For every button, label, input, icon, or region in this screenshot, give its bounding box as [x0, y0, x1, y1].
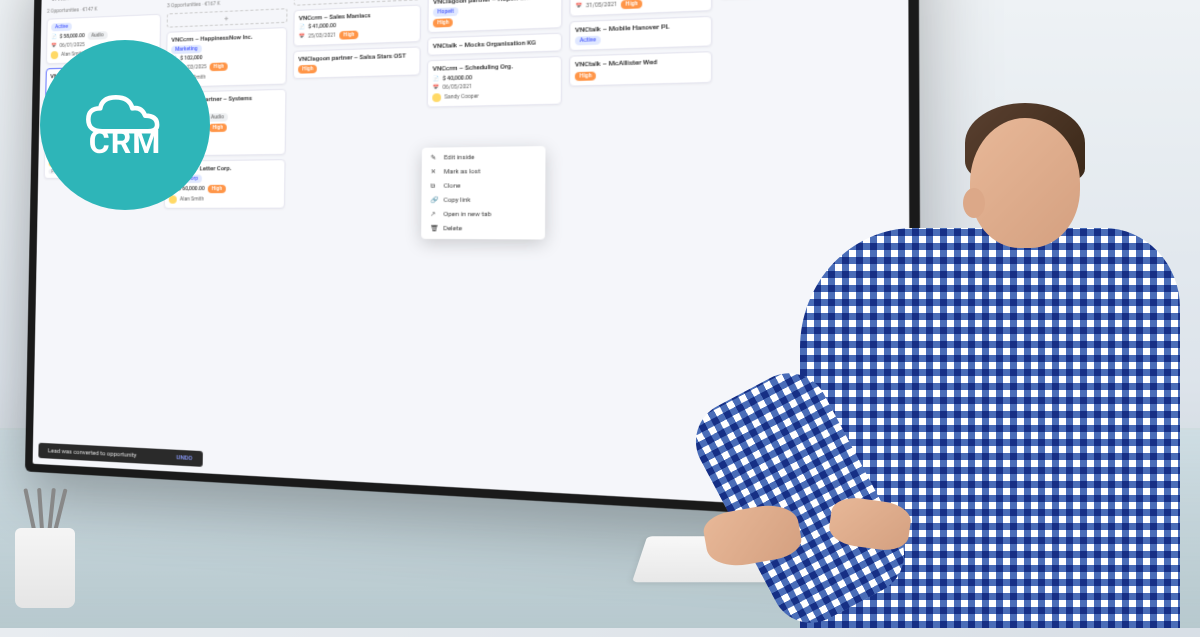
priority-pill: High: [575, 71, 597, 81]
card-date: 25/03/2021: [308, 33, 336, 40]
x-icon: ✕: [430, 168, 438, 176]
amount-icon: 📄: [299, 24, 306, 31]
status-pill: Active: [575, 36, 601, 46]
column-subtitle: 2 Opportunities · €147 K: [47, 4, 161, 15]
date-icon: 📅: [298, 34, 305, 41]
crm-logo-badge: CRM: [40, 40, 210, 210]
card-amount: $ 102,000: [180, 55, 202, 62]
opportunity-card[interactable]: VNClagoon partner – Salsa Stars OST High: [293, 47, 421, 80]
toast-message: Lead was converted to opportunity: [48, 447, 137, 459]
amount-icon: 📄: [51, 34, 57, 40]
ctx-label: Open in new tab: [443, 211, 491, 219]
card-date: 31/05/2021: [586, 2, 617, 10]
status-pill: Active: [51, 23, 72, 32]
ctx-label: Delete: [443, 225, 462, 233]
add-card-button[interactable]: +: [167, 8, 288, 28]
toast-undo-button[interactable]: UNDO: [176, 454, 192, 462]
sub-pill: Marketing: [171, 45, 201, 54]
ctx-open-tab[interactable]: ↗ Open in new tab: [421, 207, 545, 221]
ctx-clone[interactable]: ⧉ Clone: [422, 178, 546, 193]
column-title: 1. NEW: [51, 0, 72, 3]
amount-icon: 📄: [432, 76, 439, 83]
external-icon: ↗: [430, 211, 438, 219]
ctx-copy-link[interactable]: 🔗 Copy link: [421, 193, 545, 208]
date-icon: 📅: [432, 84, 439, 91]
date-icon: 📅: [51, 43, 57, 49]
ctx-edit[interactable]: ✎ Edit inside: [422, 149, 546, 165]
trash-icon: 🗑: [430, 225, 438, 233]
card-owner: Alan Smith: [180, 196, 204, 202]
opportunity-card[interactable]: VNCcrm – Scheduling Org. 📄$ 40,000.00 📅0…: [427, 56, 562, 107]
ctx-label: Edit inside: [444, 154, 475, 162]
opportunity-card[interactable]: VNCtalk – Mocks Organisation KG: [427, 33, 562, 56]
card-amount: $ 40,000.00: [443, 75, 472, 82]
date-icon: 📅: [575, 3, 582, 10]
toast-notification: Lead was converted to opportunity UNDO: [38, 443, 202, 467]
priority-pill: High: [433, 18, 453, 27]
priority-pill: High: [339, 31, 359, 40]
ctx-label: Clone: [444, 182, 461, 190]
opportunity-card[interactable]: VNCcrm – Sales Maniacs 📄$ 41,000.00 📅25/…: [293, 4, 421, 46]
link-icon: 🔗: [430, 196, 438, 204]
avatar-icon: [51, 51, 59, 59]
tag-pill: Audio: [207, 113, 228, 122]
kanban-column-5: + VNC digi-partner Solina ES 📅31/05/2021…: [567, 0, 712, 457]
opportunity-card[interactable]: VNCtalk – Mobile Hanover PL Active: [569, 16, 712, 52]
card-date: 06/01/2025: [59, 42, 84, 49]
opportunity-card[interactable]: VNC digi-partner Solina ES 📅31/05/2021Hi…: [569, 0, 712, 17]
copy-icon: ⧉: [430, 182, 438, 190]
desk-plant: [810, 428, 880, 498]
logo-text: CRM: [89, 123, 161, 161]
opportunity-card[interactable]: VNClagoon partner – Hopeit GmbH Hopeit H…: [427, 0, 562, 33]
priority-pill: High: [298, 65, 317, 74]
plant-leaves: [815, 353, 875, 443]
tag-pill: Audio: [87, 31, 107, 40]
priority-pill: High: [207, 185, 226, 193]
pen-cup: [15, 528, 75, 608]
ctx-delete[interactable]: 🗑 Delete: [421, 222, 545, 237]
sub-pill: Hopeit: [433, 7, 458, 17]
card-date: 06/05/2021: [442, 83, 472, 90]
ctx-mark-lost[interactable]: ✕ Mark as lost: [422, 164, 546, 179]
kanban-column-3: 5 Opportunities · €407 K + VNCcrm – Sale…: [288, 0, 421, 443]
opportunity-card[interactable]: VNCtalk – McAllister Wed High: [569, 51, 712, 86]
card-title: VNCtalk – Mocks Organisation KG: [433, 39, 557, 51]
avatar-icon: [432, 93, 441, 102]
mouse: [974, 472, 1021, 522]
pencil-icon: ✎: [431, 154, 439, 162]
context-menu: ✎ Edit inside ✕ Mark as lost ⧉ Clone 🔗 Copy …: [421, 146, 545, 239]
keyboard: [632, 536, 928, 582]
ctx-label: Copy link: [443, 196, 470, 204]
card-amount: $ 41,000.00: [308, 23, 336, 30]
priority-pill: High: [209, 63, 228, 72]
card-owner: Sandy Cooper: [444, 93, 479, 100]
card-amount: $ 58,000.00: [60, 33, 85, 40]
priority-pill: High: [621, 0, 643, 9]
priority-pill: High: [208, 123, 227, 132]
ctx-label: Mark as lost: [444, 168, 481, 176]
